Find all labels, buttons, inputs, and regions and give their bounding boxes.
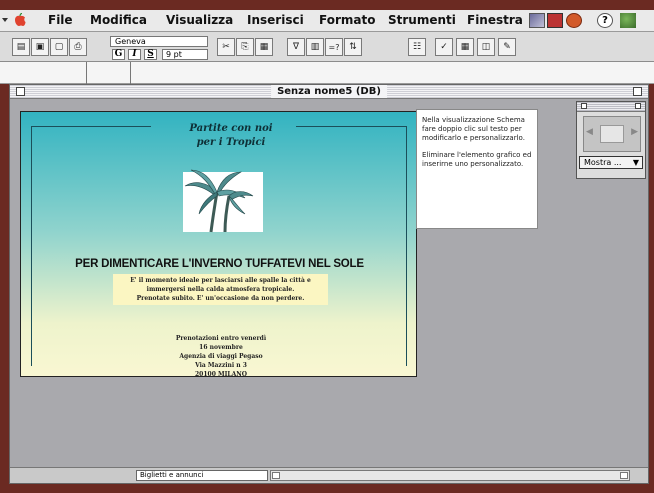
close-box-icon[interactable] (16, 87, 25, 96)
status-bar: Biglietti e annunci (10, 467, 648, 483)
palette-close-icon[interactable] (581, 103, 587, 109)
divider (130, 62, 131, 84)
contact-line: Prenotazioni entro venerdì (175, 335, 267, 342)
palette-zoom-icon[interactable] (635, 103, 641, 109)
toolbar: ▤ ▣ ▢ ⎙ Geneva G I S 9 pt ✂ ⎘ ▦ ∇ ▥ =? ⇅… (0, 32, 654, 62)
font-size-select[interactable]: 9 pt (162, 49, 208, 60)
flyer-canvas[interactable]: Partite con noi per i Tropici PER DIMENT… (20, 111, 418, 379)
horizontal-scrollbar[interactable] (270, 470, 630, 481)
application-menu-icon[interactable] (620, 13, 636, 28)
document-window: Senza nome5 (DB) Partite con noi per i T… (9, 84, 649, 484)
tip-paragraph: Eliminare l'elemento grafico ed inserirn… (422, 151, 532, 168)
contact-line: Via Mazzini n 3 (195, 362, 247, 369)
help-icon[interactable]: ? (597, 13, 613, 28)
palette-title-bar[interactable] (577, 102, 645, 112)
guide-line (406, 126, 407, 366)
table-icon[interactable]: ▦ (456, 38, 474, 56)
spell-check-icon[interactable]: ✓ (435, 38, 453, 56)
palm-tree-icon (184, 169, 254, 233)
copy-icon[interactable]: ⎘ (236, 38, 254, 56)
trash-icon[interactable]: ▥ (306, 38, 324, 56)
headline-line: per i Tropici (196, 137, 266, 148)
flyer-heading[interactable]: PER DIMENTICARE L'INVERNO TUFFATEVI NEL … (21, 258, 418, 270)
font-select[interactable]: Geneva (110, 36, 208, 47)
flyer-body-text[interactable]: E' il momento ideale per lasciarsi alle … (113, 274, 328, 305)
show-menu-label: Mostra ... (584, 158, 622, 167)
italic-button[interactable]: I (128, 49, 141, 60)
drawing-icon[interactable]: ✎ (498, 38, 516, 56)
underline-button[interactable]: S (144, 49, 157, 60)
contact-line: 16 novembre (199, 344, 243, 351)
show-menu-button[interactable]: Mostra ... ▼ (579, 156, 643, 169)
open-file-icon[interactable]: ▤ (12, 38, 30, 56)
menu-modifica[interactable]: Modifica (90, 13, 147, 27)
ruler-row (0, 62, 654, 84)
window-title: Senza nome5 (DB) (271, 85, 387, 98)
palette-preview[interactable]: ◀ ▶ (583, 116, 641, 152)
menu-finestra[interactable]: Finestra (467, 13, 523, 27)
body-line: Prenotate subito. E' un'occasione da non… (136, 295, 305, 302)
apple-menu-icon[interactable] (14, 13, 26, 27)
format-painter-icon[interactable]: ∇ (287, 38, 305, 56)
preview-frame (600, 125, 624, 143)
palm-tree-image[interactable] (183, 169, 263, 233)
window-title-bar[interactable]: Senza nome5 (DB) (10, 85, 648, 99)
menu-bar: File Modifica Visualizza Inserisci Forma… (0, 10, 654, 32)
tip-paragraph: Nella visualizzazione Schema fare doppio… (422, 116, 525, 142)
equals-icon[interactable]: =? (325, 38, 343, 56)
app-switch-arrow-icon[interactable] (2, 18, 8, 22)
new-document-icon[interactable]: ▢ (50, 38, 68, 56)
guide-line (31, 126, 32, 366)
flyer-headline[interactable]: Partite con noi per i Tropici (171, 122, 291, 150)
chevron-down-icon: ▼ (632, 158, 639, 167)
guide-line (31, 126, 151, 127)
sort-icon[interactable]: ⇅ (344, 38, 362, 56)
headline-line: Partite con noi (189, 123, 273, 134)
cut-icon[interactable]: ✂ (217, 38, 235, 56)
zoom-box-icon[interactable] (633, 87, 642, 96)
bold-button[interactable]: G (112, 49, 125, 60)
menu-visualizza[interactable]: Visualizza (166, 13, 233, 27)
guide-line (296, 126, 406, 127)
left-arrow-icon[interactable]: ◀ (586, 127, 593, 137)
right-arrow-icon[interactable]: ▶ (631, 127, 638, 137)
contact-line: Agenzia di viaggi Pegaso (179, 353, 263, 360)
status-label[interactable]: Biglietti e annunci (136, 470, 268, 481)
outline-icon[interactable]: ☷ (408, 38, 426, 56)
scroll-left-icon[interactable] (272, 472, 280, 479)
menu-file[interactable]: File (48, 13, 73, 27)
scroll-right-icon[interactable] (620, 472, 628, 479)
frame-icon[interactable]: ◫ (477, 38, 495, 56)
tools-palette[interactable]: ◀ ▶ Mostra ... ▼ (576, 101, 646, 179)
flower-icon[interactable] (566, 13, 582, 28)
print-icon[interactable]: ⎙ (69, 38, 87, 56)
menu-inserisci[interactable]: Inserisci (247, 13, 304, 27)
menu-strumenti[interactable]: Strumenti (388, 13, 456, 27)
window-switch-icon[interactable] (529, 13, 545, 28)
contact-line: 20100 MILANO (195, 371, 247, 378)
paste-icon[interactable]: ▦ (255, 38, 273, 56)
app-icon[interactable] (547, 13, 563, 28)
flyer-contact-info[interactable]: Prenotazioni entro venerdì 16 novembre A… (141, 334, 301, 379)
body-line: immergersi nella calda atmosfera tropica… (146, 286, 295, 293)
menu-formato[interactable]: Formato (319, 13, 375, 27)
tip-note: Nella visualizzazione Schema fare doppio… (416, 109, 538, 229)
save-icon[interactable]: ▣ (31, 38, 49, 56)
body-line: E' il momento ideale per lasciarsi alle … (130, 277, 311, 284)
divider (86, 62, 87, 84)
